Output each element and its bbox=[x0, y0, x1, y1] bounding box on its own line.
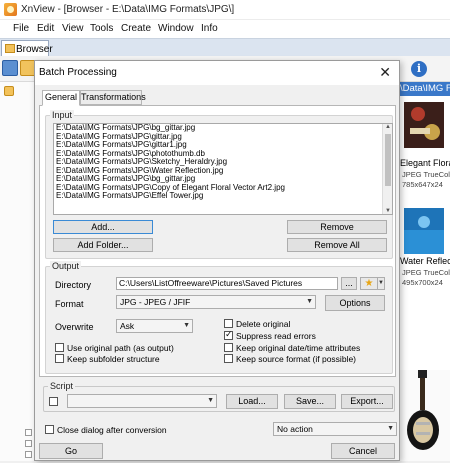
keep-subfolder-checkbox[interactable] bbox=[55, 354, 64, 363]
folder-icon[interactable] bbox=[4, 86, 14, 96]
remove-all-button[interactable]: Remove All bbox=[287, 238, 387, 252]
use-original-path-label: Use original path (as output) bbox=[67, 343, 174, 353]
chevron-down-icon: ▼ bbox=[183, 322, 190, 329]
post-action-select[interactable]: No action ▼ bbox=[273, 422, 397, 436]
overwrite-select[interactable]: Ask ▼ bbox=[116, 319, 193, 333]
app-title: XnView - [Browser - E:\Data\IMG Formats\… bbox=[21, 4, 235, 15]
thumbnail-meta: JPEG TrueColor bbox=[402, 170, 450, 179]
chevron-down-icon: ▼ bbox=[207, 397, 214, 404]
go-button[interactable]: Go bbox=[39, 443, 103, 459]
chevron-down-icon: ▼ bbox=[306, 298, 313, 305]
thumbnail-image bbox=[404, 208, 444, 254]
format-label: Format bbox=[55, 299, 84, 309]
format-select-value: JPG - JPEG / JFIF bbox=[120, 297, 191, 307]
script-select[interactable]: ▼ bbox=[67, 394, 217, 408]
thumbnail-meta: JPEG TrueColor bbox=[402, 268, 450, 277]
tab-general[interactable]: General bbox=[42, 90, 80, 106]
menu-edit[interactable]: Edit bbox=[37, 23, 54, 34]
close-icon[interactable]: ✕ bbox=[379, 64, 391, 81]
thumbnail-name: Elegant Flora bbox=[400, 158, 450, 168]
thumbnail-meta: 495x700x24 bbox=[402, 278, 443, 287]
folder-icon bbox=[5, 44, 15, 53]
cancel-button[interactable]: Cancel bbox=[331, 443, 395, 459]
dialog-title: Batch Processing bbox=[39, 67, 117, 78]
post-action-value: No action bbox=[277, 424, 313, 434]
tab-transformations[interactable]: Transformations bbox=[80, 90, 146, 105]
path-bar: \Data\IMG Formats\JPG\ bbox=[398, 82, 450, 96]
tab-browser[interactable]: Browser bbox=[1, 40, 53, 57]
script-enable-checkbox[interactable] bbox=[49, 397, 58, 406]
app-titlebar: XnView - [Browser - E:\Data\IMG Formats\… bbox=[0, 0, 450, 20]
save-script-button[interactable]: Save... bbox=[284, 394, 336, 409]
format-select[interactable]: JPG - JPEG / JFIF ▼ bbox=[116, 295, 316, 309]
scroll-up-icon[interactable]: ▲ bbox=[384, 124, 392, 130]
menu-file[interactable]: File bbox=[13, 23, 29, 34]
export-script-button[interactable]: Export... bbox=[341, 394, 393, 409]
document-tabbar: Browser bbox=[0, 38, 450, 57]
close-after-conversion-label: Close dialog after conversion bbox=[57, 425, 167, 435]
add-folder-button[interactable]: Add Folder... bbox=[53, 238, 153, 252]
overwrite-label: Overwrite bbox=[55, 322, 94, 332]
chevron-down-icon[interactable]: ▼ bbox=[377, 277, 385, 290]
app-menubar: File Edit View Tools Create Window Info bbox=[0, 20, 450, 38]
close-after-conversion-checkbox[interactable] bbox=[45, 425, 54, 434]
thumbnail-image bbox=[404, 102, 444, 148]
tree-expand-icon[interactable] bbox=[25, 429, 32, 436]
info-icon[interactable]: i bbox=[411, 61, 427, 77]
delete-original-label: Delete original bbox=[236, 319, 291, 329]
suppress-read-errors-label: Suppress read errors bbox=[236, 331, 316, 341]
tree-expand-icon[interactable] bbox=[25, 451, 32, 458]
browse-icon[interactable] bbox=[2, 60, 18, 76]
output-group-label: Output bbox=[50, 261, 82, 271]
tab-browser-label: Browser bbox=[16, 44, 53, 55]
list-item[interactable]: E:\Data\IMG Formats\JPG\Effel Tower.jpg bbox=[54, 191, 392, 201]
remove-button[interactable]: Remove bbox=[287, 220, 387, 234]
menu-create[interactable]: Create bbox=[121, 23, 151, 34]
tree-expand-icon[interactable] bbox=[25, 440, 32, 447]
folder-tree-panel bbox=[0, 82, 36, 461]
suppress-read-errors-checkbox[interactable] bbox=[224, 329, 233, 340]
keep-source-format-label: Keep source format (if possible) bbox=[236, 354, 356, 364]
directory-label: Directory bbox=[55, 280, 92, 290]
script-group-label: Script bbox=[48, 381, 76, 391]
thumbnail-meta: 785x647x24 bbox=[402, 180, 443, 189]
delete-original-checkbox[interactable] bbox=[224, 319, 233, 328]
load-script-button[interactable]: Load... bbox=[226, 394, 278, 409]
menu-info[interactable]: Info bbox=[201, 23, 218, 34]
scroll-down-icon[interactable]: ▼ bbox=[384, 208, 392, 214]
guitar-thumbnail-image[interactable] bbox=[398, 370, 450, 461]
chevron-down-icon: ▼ bbox=[387, 425, 394, 432]
keep-date-time-checkbox[interactable] bbox=[224, 343, 233, 352]
scrollbar-thumb[interactable] bbox=[385, 134, 391, 186]
use-original-path-checkbox[interactable] bbox=[55, 343, 64, 352]
input-file-list[interactable]: E:\Data\IMG Formats\JPG\bg_gittar.jpg E:… bbox=[53, 123, 393, 215]
overwrite-select-value: Ask bbox=[120, 321, 135, 331]
options-button[interactable]: Options bbox=[325, 295, 385, 311]
dialog-titlebar: Batch Processing ✕ bbox=[35, 61, 399, 85]
menu-tools[interactable]: Tools bbox=[90, 23, 113, 34]
xnview-app-icon bbox=[4, 3, 17, 16]
batch-processing-dialog: Batch Processing ✕ General Transformatio… bbox=[34, 60, 400, 461]
directory-input[interactable]: C:\Users\ListOffreeware\Pictures\Saved P… bbox=[116, 277, 338, 290]
menu-window[interactable]: Window bbox=[158, 23, 194, 34]
add-button[interactable]: Add... bbox=[53, 220, 153, 234]
menu-view[interactable]: View bbox=[62, 23, 84, 34]
input-group-label: Input bbox=[50, 110, 75, 120]
keep-source-format-checkbox[interactable] bbox=[224, 354, 233, 363]
keep-subfolder-label: Keep subfolder structure bbox=[67, 354, 160, 364]
keep-date-time-label: Keep original date/time attributes bbox=[236, 343, 361, 353]
thumbnail-name: Water Reflect bbox=[400, 256, 450, 266]
favorite-star-icon[interactable]: ★ bbox=[360, 277, 378, 290]
list-scrollbar[interactable]: ▲ ▼ bbox=[382, 124, 392, 214]
browse-directory-button[interactable]: ... bbox=[341, 277, 357, 290]
